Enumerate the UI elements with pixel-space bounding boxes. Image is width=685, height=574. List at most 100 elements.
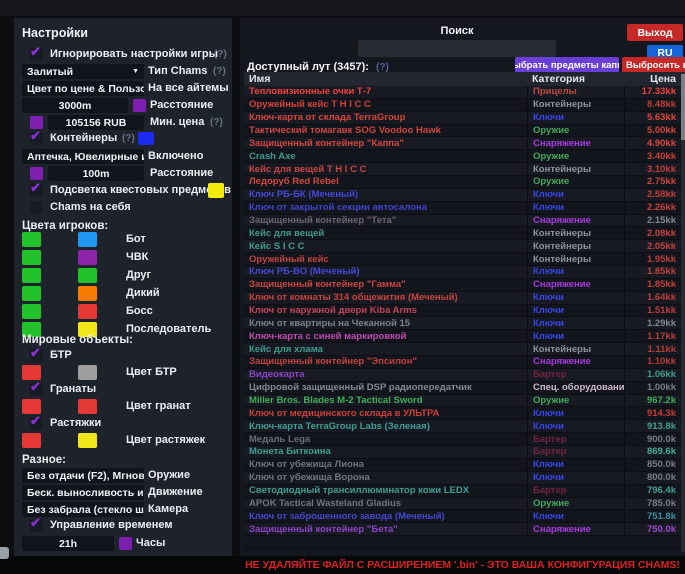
- table-row[interactable]: Ключ от комнаты 314 общежития (Меченый) …: [244, 292, 681, 305]
- table-row[interactable]: Ледоруб Red Rebel Оружие 2.75kk: [244, 176, 681, 189]
- player-color-swatch-1[interactable]: [22, 250, 41, 265]
- player-color-swatch-2[interactable]: [78, 286, 97, 301]
- table-row[interactable]: Тактический томагавк SOG Voodoo Hawk Ору…: [244, 125, 681, 138]
- chams-type-dropdown[interactable]: Залитый ▼: [22, 64, 144, 79]
- containers-checkbox[interactable]: ✔: [30, 132, 43, 145]
- table-row[interactable]: Ключ от наружной двери Kiba Arms Ключи 1…: [244, 305, 681, 318]
- table-row[interactable]: Светодиодный трансиллюминатор кожи LEDX …: [244, 485, 681, 498]
- table-row[interactable]: Цифровой защищенный DSP радиопередатчик …: [244, 382, 681, 395]
- distance-color-swatch[interactable]: [133, 99, 146, 112]
- movement-dropdown[interactable]: Беск. выносливость и нет уста ▼: [22, 485, 144, 500]
- player-color-swatch-1[interactable]: [22, 286, 41, 301]
- cell-category: Оружие: [527, 176, 624, 187]
- column-header-name[interactable]: Имя: [244, 73, 527, 85]
- column-header-category[interactable]: Категория: [527, 73, 624, 85]
- table-row[interactable]: Медаль Lega Бартер 900.0k: [244, 433, 681, 446]
- distance-input[interactable]: 3000m: [22, 98, 128, 113]
- quest-highlight-color-swatch[interactable]: [208, 183, 224, 198]
- tripwire-color-swatch-2[interactable]: [78, 433, 97, 448]
- search-input[interactable]: [358, 40, 556, 57]
- cell-item-name: Защищенный контейнер "Гамма": [244, 279, 527, 290]
- help-icon[interactable]: (?): [210, 117, 223, 128]
- tripwire-color-swatch-1[interactable]: [22, 433, 41, 448]
- table-row[interactable]: Ключ от закрытой секции автосалона Ключи…: [244, 202, 681, 215]
- table-scrollbar-thumb[interactable]: [681, 74, 685, 140]
- weapon-dropdown[interactable]: Без отдачи (F2), Мгновенное п ▼: [22, 468, 144, 483]
- player-color-swatch-1[interactable]: [22, 232, 41, 247]
- panel-collapse-tab[interactable]: [0, 547, 9, 559]
- cell-category: Оружие: [527, 125, 624, 136]
- player-color-swatch-2[interactable]: [78, 232, 97, 247]
- containers-color-swatch[interactable]: [138, 132, 154, 145]
- help-icon[interactable]: (?): [214, 49, 227, 60]
- table-row[interactable]: Кейс для вещей T H I C C Контейнеры 3.10…: [244, 163, 681, 176]
- table-row[interactable]: Ключ от заброшенного завода (Меченый) Кл…: [244, 510, 681, 523]
- table-row[interactable]: Crash Axe Оружие 3.40kk: [244, 150, 681, 163]
- table-row[interactable]: Ключ от квартиры на Чеканной 15 Ключи 1.…: [244, 317, 681, 330]
- btr-color-swatch-1[interactable]: [22, 365, 41, 380]
- table-row[interactable]: [244, 536, 681, 549]
- player-color-swatch-1[interactable]: [22, 268, 41, 283]
- min-price-input[interactable]: 105156 RUB: [48, 115, 144, 130]
- table-row[interactable]: Ключ-карта от склада TerraGroup Ключи 5.…: [244, 112, 681, 125]
- table-row[interactable]: Ключ от убежища Лиона Ключи 850.0k: [244, 459, 681, 472]
- cell-item-name: Ключ от убежища Ворона: [244, 472, 527, 483]
- player-color-swatch-1[interactable]: [22, 304, 41, 319]
- table-row[interactable]: Тепловизионные очки Т-7 Прицелы 17.33kk: [244, 86, 681, 99]
- table-row[interactable]: Защищенный контейнер "Каппа" Снаряжение …: [244, 137, 681, 150]
- column-header-price[interactable]: Цена: [624, 73, 681, 85]
- cell-item-name: Защищенный контейнер "Эпсилон": [244, 356, 527, 367]
- help-icon[interactable]: (?): [213, 66, 226, 77]
- cell-category: Снаряжение: [527, 215, 624, 226]
- table-scrollbar-track[interactable]: [681, 72, 685, 552]
- quest-highlight-checkbox[interactable]: ✔: [30, 184, 43, 197]
- grenades-checkbox[interactable]: ✔: [30, 383, 43, 396]
- cell-item-name: Ледоруб Red Rebel: [244, 176, 527, 187]
- table-row[interactable]: Защищенный контейнер "Бета" Снаряжение 7…: [244, 523, 681, 536]
- player-type-label: Дикий: [126, 287, 160, 299]
- table-row[interactable]: Кейс для хлама Контейнеры 1.11kk: [244, 343, 681, 356]
- table-row[interactable]: Защищенный контейнер "Гамма" Снаряжение …: [244, 279, 681, 292]
- cell-item-name: Кейс для хлама: [244, 344, 527, 355]
- time-control-checkbox[interactable]: ✔: [30, 519, 43, 532]
- distance2-color-swatch[interactable]: [30, 167, 43, 180]
- app-window: Настройки ✔ Игнорировать настройки игры …: [0, 0, 685, 574]
- checkmark-icon: ✔: [30, 44, 41, 60]
- table-row[interactable]: Miller Bros. Blades M-2 Tactical Sword О…: [244, 395, 681, 408]
- exit-button[interactable]: Выход: [627, 24, 683, 41]
- distance2-input[interactable]: 100m: [48, 166, 144, 181]
- chams-self-checkbox[interactable]: [30, 201, 43, 214]
- table-row[interactable]: Защищенный контейнер "Эпсилон" Снаряжени…: [244, 356, 681, 369]
- hours-color-swatch[interactable]: [119, 537, 132, 550]
- table-row[interactable]: Защищенный контейнер "Тета" Снаряжение 2…: [244, 215, 681, 228]
- ignore-game-settings-checkbox[interactable]: ✔: [30, 48, 43, 61]
- table-row[interactable]: Ключ от убежища Ворона Ключи 800.0k: [244, 472, 681, 485]
- help-icon[interactable]: (?): [122, 133, 135, 144]
- checkmark-icon: ✔: [30, 128, 41, 144]
- player-color-swatch-2[interactable]: [78, 250, 97, 265]
- table-row[interactable]: Ключ от медицинского склада в УЛЬТРА Клю…: [244, 407, 681, 420]
- table-row[interactable]: APOK Tactical Wasteland Gladius Оружие 7…: [244, 498, 681, 511]
- player-color-swatch-2[interactable]: [78, 268, 97, 283]
- table-row[interactable]: Кейс для вещей Контейнеры 2.08kk: [244, 227, 681, 240]
- btr-checkbox[interactable]: ✔: [30, 349, 43, 362]
- table-row[interactable]: Оружейный кейс Контейнеры 1.95kk: [244, 253, 681, 266]
- table-row[interactable]: Видеокарта Бартер 1.06kk: [244, 369, 681, 382]
- btr-color-swatch-2[interactable]: [78, 365, 97, 380]
- cell-category: Прицелы: [527, 86, 624, 97]
- player-color-swatch-2[interactable]: [78, 304, 97, 319]
- all-items-dropdown[interactable]: Цвет по цене & Пользователь ▼: [22, 81, 144, 96]
- included-group-dropdown[interactable]: Аптечка, Ювелирные и... ▼: [22, 149, 144, 164]
- grenade-color-swatch-2[interactable]: [78, 399, 97, 414]
- table-row[interactable]: Ключ-карта TerraGroup Labs (Зеленая) Клю…: [244, 420, 681, 433]
- table-row[interactable]: Ключ-карта с синей маркировкой Ключи 1.1…: [244, 330, 681, 343]
- grenade-color-swatch-1[interactable]: [22, 399, 41, 414]
- cell-item-name: Ключ от медицинского склада в УЛЬТРА: [244, 408, 527, 419]
- table-row[interactable]: Ключ РБ-БК (Меченый) Ключи 2.58kk: [244, 189, 681, 202]
- hours-input[interactable]: 21h: [22, 536, 114, 551]
- table-row[interactable]: Ключ РБ-ВО (Меченый) Ключи 1.85kk: [244, 266, 681, 279]
- table-row[interactable]: Оружейный кейс T H I C C Контейнеры 8.48…: [244, 99, 681, 112]
- table-row[interactable]: Кейс S I C C Контейнеры 2.05kk: [244, 240, 681, 253]
- table-row[interactable]: Монета Биткоина Бартер 869.6k: [244, 446, 681, 459]
- tripwires-checkbox[interactable]: ✔: [30, 417, 43, 430]
